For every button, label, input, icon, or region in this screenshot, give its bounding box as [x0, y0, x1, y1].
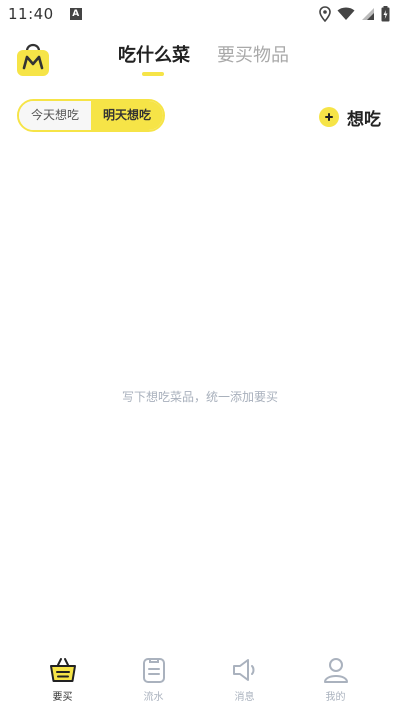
- tab-what-to-eat[interactable]: 吃什么菜: [118, 36, 190, 76]
- basket-icon: [49, 658, 76, 682]
- toggle-today[interactable]: 今天想吃: [19, 101, 91, 130]
- nav-item-flow[interactable]: 流水: [108, 656, 199, 711]
- toggle-tomorrow[interactable]: 明天想吃: [91, 101, 163, 130]
- nav-label: 流水: [143, 692, 164, 703]
- empty-state-text: 写下想吃菜品，统一添加要买: [121, 390, 278, 404]
- notification-icon: A: [69, 8, 82, 20]
- tab-label: 要买物品: [217, 45, 289, 66]
- speaker-icon: [232, 659, 254, 681]
- nav-item-messages[interactable]: 消息: [199, 656, 290, 711]
- nav-item-buy[interactable]: 要买: [17, 656, 108, 711]
- tab-active-indicator: [142, 72, 164, 76]
- header-tabs: 吃什么菜 要买物品: [118, 36, 289, 76]
- plus-circle-icon: [319, 107, 339, 127]
- day-toggle: 今天想吃 明天想吃: [17, 99, 165, 132]
- nav-label: 我的: [325, 692, 346, 703]
- wifi-icon: [337, 7, 355, 20]
- header: 吃什么菜 要买物品: [0, 36, 400, 80]
- tab-items-to-buy[interactable]: 要买物品: [217, 36, 289, 76]
- battery-icon: [381, 6, 390, 22]
- person-icon: [323, 658, 348, 683]
- tab-label: 吃什么菜: [118, 45, 190, 66]
- nav-label: 消息: [234, 692, 255, 703]
- app-screen: 11:40 A 吃什么菜 要买物品 今天想吃 明天想吃 想吃 写下想吃菜品，统一…: [0, 0, 400, 711]
- bottom-nav: 要买 流水 消息 我的: [0, 656, 400, 711]
- location-icon: [319, 6, 331, 22]
- app-logo-icon: [17, 43, 49, 76]
- status-bar: 11:40 A: [0, 0, 400, 28]
- list-icon: [142, 658, 165, 683]
- nav-item-me[interactable]: 我的: [290, 656, 381, 711]
- add-want-label: 想吃: [347, 109, 381, 130]
- signal-icon: [362, 8, 374, 20]
- status-time: 11:40: [8, 5, 54, 23]
- add-want-button[interactable]: 想吃: [319, 104, 381, 130]
- nav-label: 要买: [52, 692, 73, 703]
